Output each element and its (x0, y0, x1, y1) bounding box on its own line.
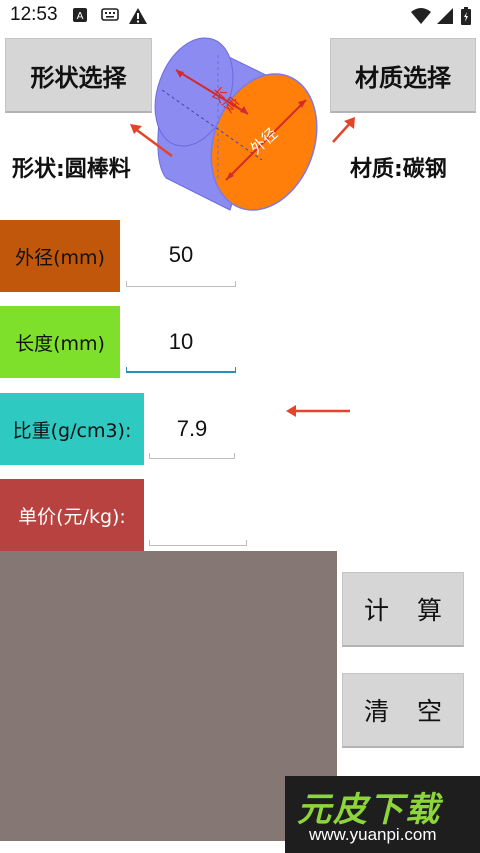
signal-icon (437, 8, 453, 24)
outer-diameter-underline (126, 281, 236, 287)
unit-price-label: 单价(元/kg): (0, 479, 144, 551)
arrow-icon (332, 117, 355, 143)
length-underline (126, 367, 236, 373)
shape-selection-text: 形状:圆棒料 (12, 157, 131, 182)
clear-label: 清 空 (364, 697, 452, 726)
length-label: 长度(mm) (0, 306, 120, 378)
outer-diameter-label: 外径(mm) (0, 220, 120, 292)
density-label: 比重(g/cm3): (0, 393, 144, 465)
material-selection-text: 材质:碳钢 (350, 157, 447, 182)
calculate-button[interactable]: 计 算 (342, 572, 464, 647)
clear-button[interactable]: 清 空 (342, 673, 464, 748)
warning-icon (129, 8, 147, 24)
status-time: 12:53 (10, 4, 58, 25)
svg-text:A: A (77, 11, 84, 22)
material-select-label: 材质选择 (355, 63, 451, 92)
density-input[interactable]: 7.9 (149, 416, 235, 442)
watermark-url: www.yuanpi.com (309, 825, 437, 844)
length-input[interactable]: 10 (126, 329, 236, 355)
arrow-icon (286, 405, 350, 417)
wifi-icon (411, 8, 431, 24)
keyboard-icon (101, 8, 119, 21)
watermark-brand: 元皮下载 (297, 790, 441, 830)
arrow-icon (130, 124, 173, 158)
outer-diameter-input[interactable]: 50 (126, 242, 236, 268)
calculate-label: 计 算 (364, 596, 452, 625)
app-notification-icon: A (73, 8, 87, 22)
shape-select-label: 形状选择 (30, 63, 127, 92)
status-bar: 12:53 A (0, 0, 480, 32)
density-underline (149, 453, 235, 459)
unit-price-underline (149, 540, 247, 546)
watermark: 元皮下载 www.yuanpi.com (285, 776, 480, 853)
battery-icon (461, 7, 471, 25)
